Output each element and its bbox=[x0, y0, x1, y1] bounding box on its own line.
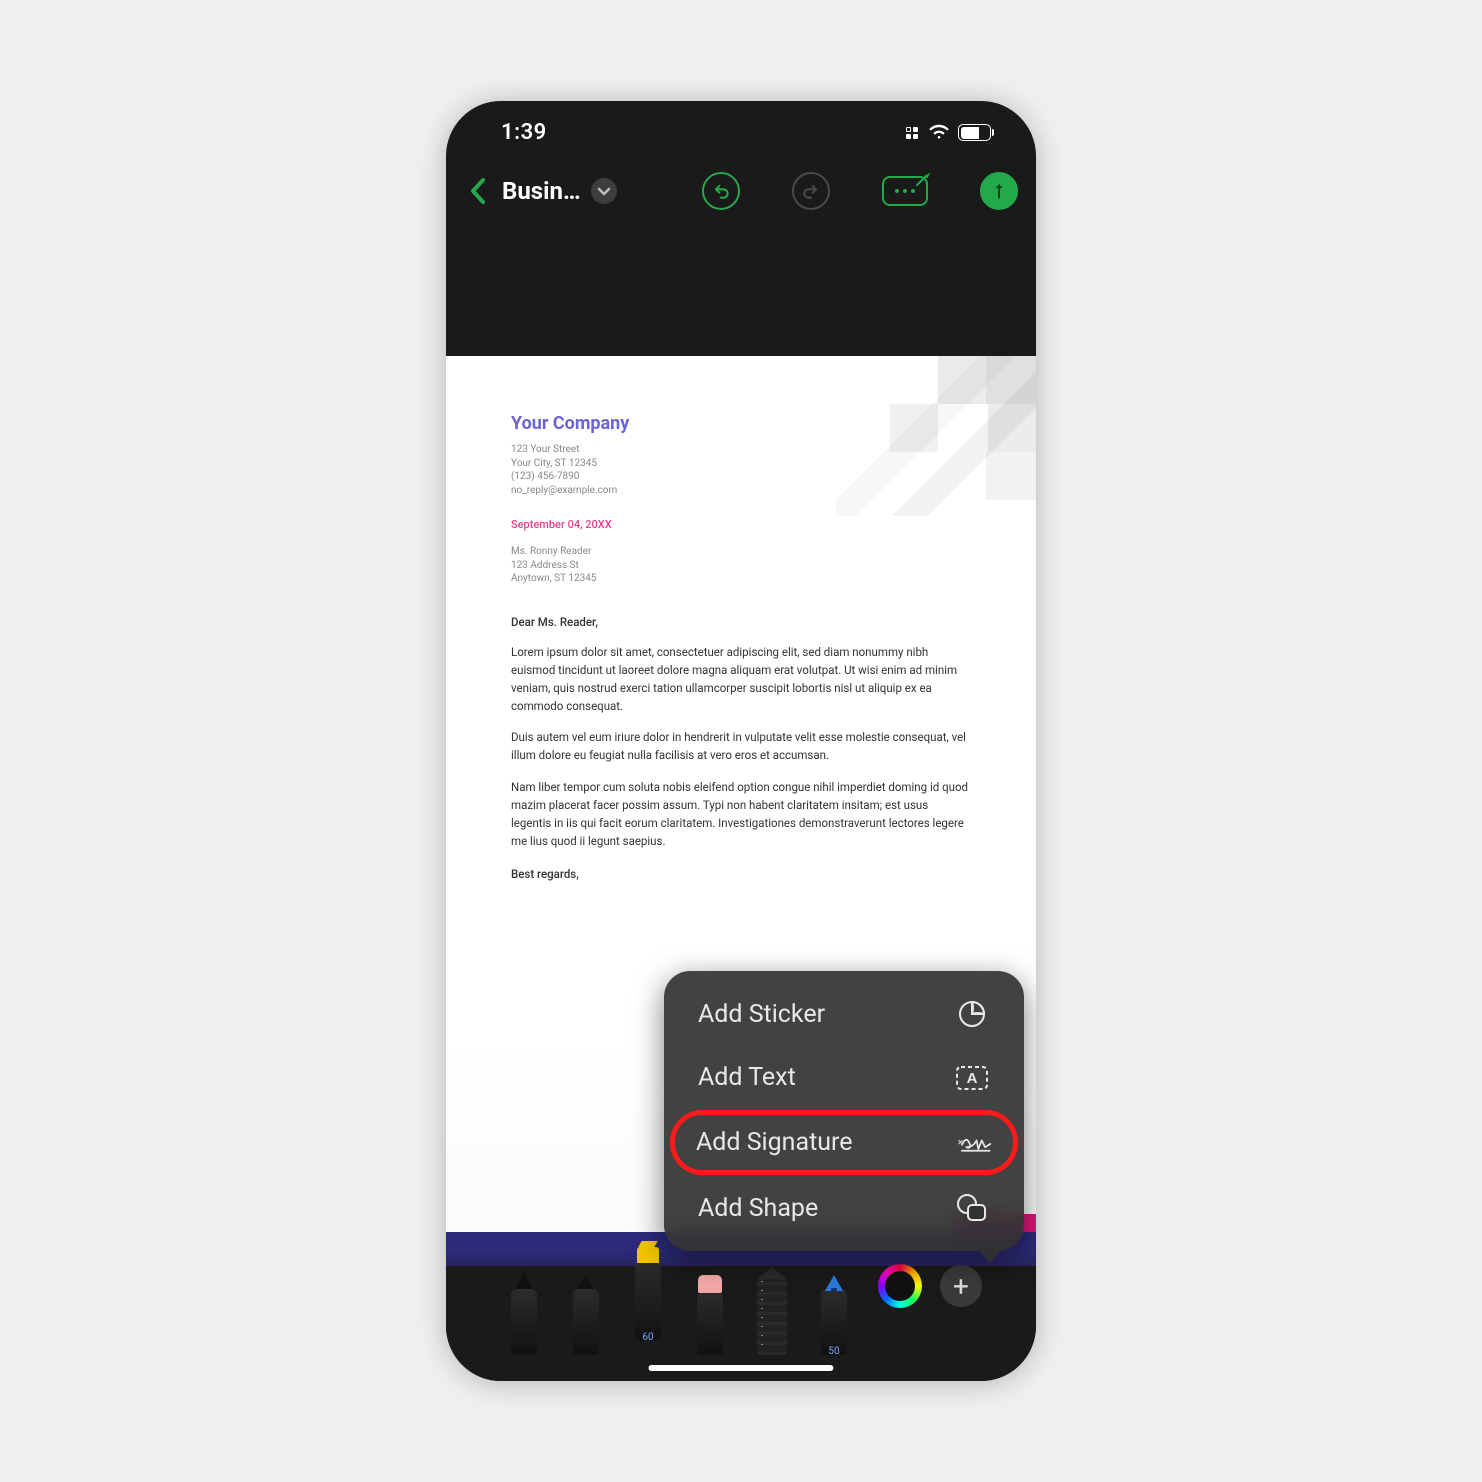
salutation: Dear Ms. Reader, bbox=[511, 614, 971, 631]
ruler-tool[interactable] bbox=[748, 1269, 796, 1355]
add-menu-popup: Add Sticker Add Text A Add Signature × A… bbox=[664, 971, 1024, 1251]
home-indicator[interactable] bbox=[649, 1365, 834, 1371]
closing: Best regards, bbox=[511, 866, 971, 883]
menu-item-add-shape[interactable]: Add Shape bbox=[672, 1177, 1016, 1239]
signature-icon: × bbox=[956, 1130, 992, 1156]
brush-tool[interactable] bbox=[500, 1269, 548, 1355]
menu-item-label: Add Sticker bbox=[698, 1000, 825, 1029]
markup-tool-tray: 60 50 + bbox=[446, 1251, 1036, 1381]
status-icons: 63 bbox=[906, 123, 994, 143]
recipient-address: Ms. Ronny Reader 123 Address St Anytown,… bbox=[511, 545, 971, 586]
menu-item-label: Add Signature bbox=[696, 1128, 853, 1157]
paragraph-1: Lorem ipsum dolor sit amet, consectetuer… bbox=[511, 644, 971, 715]
menu-item-label: Add Shape bbox=[698, 1194, 818, 1223]
wifi-icon bbox=[928, 123, 950, 143]
highlighter-tool[interactable]: 60 bbox=[624, 1255, 672, 1341]
redo-button[interactable] bbox=[792, 172, 830, 210]
shape-icon bbox=[954, 1193, 990, 1223]
focus-mode-icon bbox=[906, 127, 918, 139]
paragraph-3: Nam liber tempor cum soluta nobis eleife… bbox=[511, 779, 971, 850]
sticker-icon bbox=[954, 999, 990, 1029]
status-bar: 1:39 63 bbox=[446, 101, 1036, 156]
wand-accent-icon bbox=[914, 172, 930, 192]
app-toolbar: Busin… bbox=[446, 156, 1036, 226]
color-picker-button[interactable] bbox=[878, 1264, 922, 1308]
paragraph-2: Duis autem vel eum iriure dolor in hendr… bbox=[511, 729, 971, 765]
menu-item-add-sticker[interactable]: Add Sticker bbox=[672, 983, 1016, 1045]
back-button[interactable] bbox=[464, 177, 492, 205]
status-time: 1:39 bbox=[501, 120, 547, 145]
tool-size-label: 60 bbox=[624, 1332, 672, 1343]
undo-button[interactable] bbox=[702, 172, 740, 210]
svg-text:A: A bbox=[967, 1070, 978, 1087]
title-dropdown-button[interactable] bbox=[591, 178, 617, 204]
svg-text:×: × bbox=[958, 1135, 963, 1148]
document-title: Busin… bbox=[502, 177, 581, 205]
fine-pen-tool[interactable] bbox=[562, 1269, 610, 1355]
menu-item-add-signature[interactable]: Add Signature × bbox=[670, 1110, 1018, 1175]
more-tools-button[interactable] bbox=[882, 176, 928, 206]
markup-mode-button[interactable] bbox=[980, 172, 1018, 210]
page-decoration bbox=[836, 356, 1036, 516]
pencil-tool[interactable]: 50 bbox=[810, 1269, 858, 1355]
letter-date: September 04, 20XX bbox=[511, 517, 971, 533]
add-element-button[interactable]: + bbox=[940, 1265, 982, 1307]
tool-size-label: 50 bbox=[810, 1346, 858, 1357]
text-box-icon: A bbox=[954, 1065, 990, 1091]
battery-icon: 63 bbox=[958, 124, 994, 141]
phone-frame: 1:39 63 Busin… bbox=[446, 101, 1036, 1381]
eraser-tool[interactable] bbox=[686, 1269, 734, 1355]
menu-item-label: Add Text bbox=[698, 1063, 796, 1092]
menu-item-add-text[interactable]: Add Text A bbox=[672, 1047, 1016, 1108]
